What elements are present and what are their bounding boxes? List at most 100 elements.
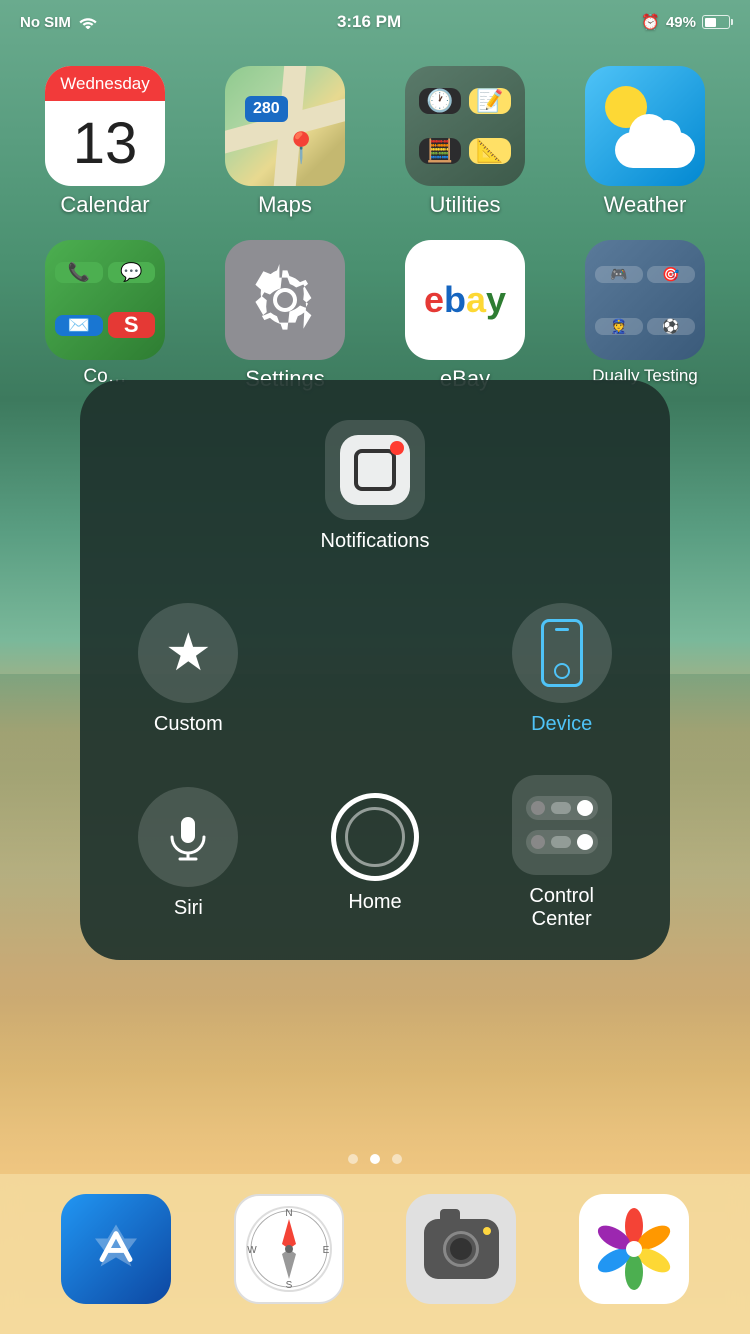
microphone-icon	[162, 811, 214, 863]
dock-item-appstore[interactable]	[61, 1194, 171, 1304]
home-label: Home	[348, 891, 401, 914]
comm-mail: ✉️	[55, 315, 103, 336]
notif-inner	[354, 449, 396, 491]
siri-label: Siri	[174, 897, 203, 920]
camera-lens	[443, 1231, 479, 1267]
folder-sub-4: ⚽	[647, 318, 695, 335]
notifications-icon-bg	[325, 420, 425, 520]
app-item-comms[interactable]: 📞 💬 ✉️ S Co…	[20, 240, 190, 392]
toggle-row-1	[526, 796, 598, 820]
control-center-label: ControlCenter	[529, 885, 593, 931]
svg-text:E: E	[322, 1245, 329, 1256]
device-label: Device	[531, 713, 592, 736]
weather-app-icon[interactable]	[585, 66, 705, 186]
battery-percent: 49%	[666, 14, 696, 31]
maps-label: Maps	[258, 192, 312, 218]
assistive-touch-overlay: Notifications ★ Custom Device Siri	[80, 380, 670, 960]
device-icon-bg	[512, 603, 612, 703]
toggles-icon	[526, 795, 598, 855]
star-icon: ★	[165, 623, 212, 683]
app-item-calendar[interactable]: Wednesday 13 Calendar	[20, 66, 190, 218]
page-dots	[0, 1154, 750, 1164]
notif-dot	[390, 441, 404, 455]
app-item-ebay[interactable]: ebay eBay	[380, 240, 550, 392]
util-sub-4: 📐	[469, 138, 511, 164]
notifications-label: Notifications	[321, 530, 430, 553]
dot-2	[370, 1154, 380, 1164]
custom-label: Custom	[154, 713, 223, 736]
comm-s: S	[108, 312, 156, 338]
ebay-text: ebay	[424, 279, 506, 321]
app-item-dually[interactable]: 🎮 🎯 👮 ⚽ Dually Testing	[560, 240, 730, 392]
control-center-icon-bg	[512, 775, 612, 875]
status-right: ⏰ 49%	[641, 13, 730, 31]
dot-3	[392, 1154, 402, 1164]
safari-compass-icon: N S W E	[244, 1204, 334, 1294]
status-bar: No SIM 3:16 PM ⏰ 49%	[0, 0, 750, 44]
calendar-weekday: Wednesday	[60, 74, 149, 94]
photos-icon[interactable]	[579, 1194, 689, 1304]
at-notifications[interactable]: Notifications	[287, 400, 464, 573]
calendar-header: Wednesday	[45, 66, 165, 101]
dock: N S W E	[0, 1174, 750, 1334]
app-item-settings[interactable]: Settings	[200, 240, 370, 392]
comms-app-icon[interactable]: 📞 💬 ✉️ S	[45, 240, 165, 360]
maps-badge: 280	[245, 96, 288, 122]
calendar-label: Calendar	[60, 192, 149, 218]
dot-1	[348, 1154, 358, 1164]
at-siri[interactable]: Siri	[100, 767, 277, 940]
folder-sub-1: 🎮	[595, 266, 643, 283]
camera-body	[424, 1219, 499, 1279]
photos-pinwheel	[589, 1204, 679, 1294]
home-circle	[331, 793, 419, 881]
app-grid-row1: Wednesday 13 Calendar 280 📍 Maps 🕐 📝 🧮 📐…	[0, 56, 750, 228]
utilities-label: Utilities	[430, 192, 501, 218]
ebay-app-icon[interactable]: ebay	[405, 240, 525, 360]
calendar-day: 13	[73, 101, 138, 186]
dock-item-photos[interactable]	[579, 1194, 689, 1304]
calendar-app-icon[interactable]: Wednesday 13	[45, 66, 165, 186]
home-circle-inner	[345, 807, 405, 867]
clock-sub-icon: 🕐	[419, 88, 461, 114]
app-grid-row2: 📞 💬 ✉️ S Co… Settings ebay eBay 🎮 🎯	[0, 230, 750, 402]
app-item-utilities[interactable]: 🕐 📝 🧮 📐 Utilities	[380, 66, 550, 218]
comm-phone: 📞	[55, 262, 103, 283]
notes-sub-icon: 📝	[469, 88, 511, 114]
custom-icon-bg: ★	[138, 603, 238, 703]
utilities-app-icon[interactable]: 🕐 📝 🧮 📐	[405, 66, 525, 186]
app-item-weather[interactable]: Weather	[560, 66, 730, 218]
at-custom[interactable]: ★ Custom	[100, 583, 277, 756]
gear-icon	[245, 260, 325, 340]
svg-text:N: N	[285, 1208, 292, 1219]
wifi-icon	[79, 15, 97, 29]
weather-cloud	[615, 132, 695, 168]
svg-text:W: W	[247, 1245, 257, 1256]
siri-icon-bg	[138, 787, 238, 887]
status-left: No SIM	[20, 14, 97, 31]
weather-label: Weather	[604, 192, 687, 218]
camera-flash	[483, 1227, 491, 1235]
dually-app-icon[interactable]: 🎮 🎯 👮 ⚽	[585, 240, 705, 360]
dock-item-safari[interactable]: N S W E	[234, 1194, 344, 1304]
at-device[interactable]: Device	[473, 583, 650, 756]
util-sub-3: 🧮	[419, 138, 461, 164]
camera-lens-inner	[450, 1238, 472, 1260]
at-control-center[interactable]: ControlCenter	[473, 767, 650, 940]
folder-sub-3: 👮	[595, 318, 643, 335]
maps-app-icon[interactable]: 280 📍	[225, 66, 345, 186]
at-home[interactable]: Home	[287, 767, 464, 940]
comm-msg: 💬	[108, 262, 156, 283]
alarm-icon: ⏰	[641, 13, 660, 31]
camera-icon[interactable]	[406, 1194, 516, 1304]
app-item-maps[interactable]: 280 📍 Maps	[200, 66, 370, 218]
notifications-icon	[340, 435, 410, 505]
svg-text:S: S	[285, 1280, 292, 1291]
dock-item-camera[interactable]	[406, 1194, 516, 1304]
appstore-icon[interactable]	[61, 1194, 171, 1304]
carrier-label: No SIM	[20, 14, 71, 31]
battery-icon	[702, 15, 730, 29]
safari-icon[interactable]: N S W E	[234, 1194, 344, 1304]
appstore-logo	[81, 1214, 151, 1284]
settings-app-icon[interactable]	[225, 240, 345, 360]
time-display: 3:16 PM	[337, 12, 401, 32]
